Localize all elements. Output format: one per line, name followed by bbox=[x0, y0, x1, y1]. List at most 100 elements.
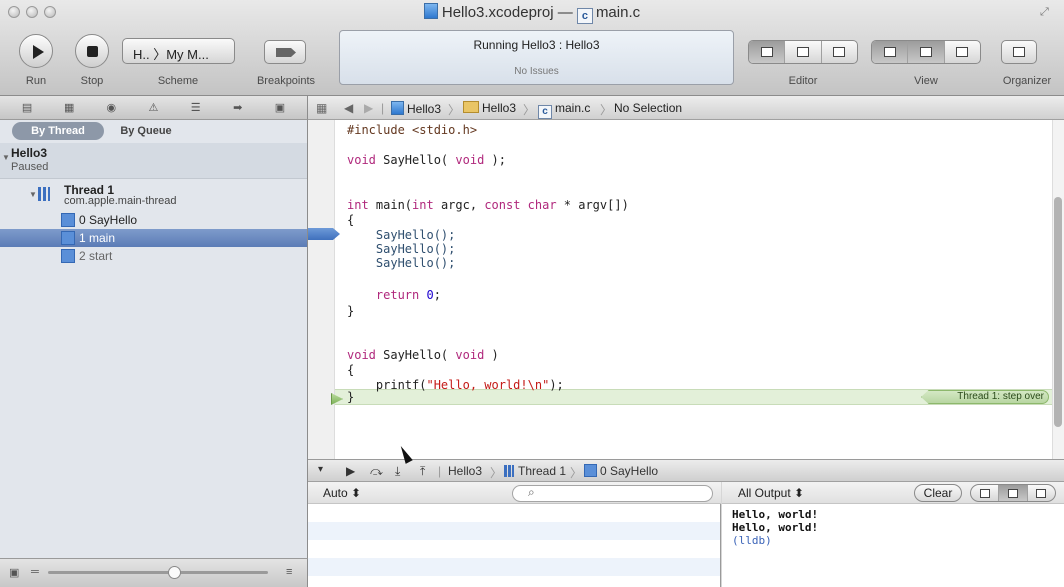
code-token: ); bbox=[484, 153, 506, 167]
standard-editor-button[interactable] bbox=[749, 41, 786, 63]
stack-compression-slider[interactable] bbox=[48, 571, 268, 574]
issue-navigator-icon[interactable]: ⚠ bbox=[146, 102, 160, 114]
assistant-editor-button[interactable] bbox=[785, 41, 822, 63]
code-token: void bbox=[455, 153, 485, 167]
stack-frame-row[interactable]: 2 start bbox=[0, 247, 307, 265]
log-navigator-icon[interactable]: ▣ bbox=[273, 102, 287, 114]
fullscreen-icon[interactable]: ⤢ bbox=[1040, 6, 1054, 20]
code-line: SayHello(); bbox=[347, 242, 456, 256]
both-panes-button[interactable] bbox=[999, 485, 1028, 501]
version-editor-icon bbox=[833, 47, 846, 57]
run-button[interactable] bbox=[19, 34, 53, 68]
code-token: main( bbox=[368, 198, 413, 212]
debug-area-layout-segment[interactable] bbox=[970, 484, 1056, 502]
disclosure-triangle-icon[interactable]: ▼ bbox=[29, 190, 37, 199]
console-only-button[interactable] bbox=[1028, 485, 1055, 501]
view-segment[interactable] bbox=[871, 40, 981, 64]
title-separator: — bbox=[557, 4, 573, 21]
system-frame-icon bbox=[61, 249, 75, 263]
editor-scrollbar-thumb[interactable] bbox=[1054, 197, 1062, 427]
thread-queue: com.apple.main-thread bbox=[64, 195, 177, 207]
variables-list[interactable] bbox=[308, 504, 721, 587]
user-frame-icon bbox=[61, 231, 75, 245]
stop-label: Stop bbox=[80, 75, 104, 87]
stop-button[interactable] bbox=[75, 34, 109, 68]
symbol-navigator-icon[interactable]: ▦ bbox=[62, 102, 76, 114]
jump-chevron: 〉 bbox=[448, 103, 461, 117]
debug-crumb-frame[interactable]: 0 SayHello bbox=[584, 464, 658, 478]
thread-icon bbox=[504, 465, 514, 477]
debug-navigator bbox=[0, 120, 308, 558]
code-token: void bbox=[347, 348, 376, 362]
code-line: } bbox=[347, 390, 355, 404]
thread-queue-segment[interactable]: By Thread By Queue bbox=[12, 122, 192, 140]
step-over-icon[interactable]: ⤼ bbox=[370, 464, 383, 479]
project-navigator-icon[interactable]: ▤ bbox=[20, 102, 34, 114]
jump-group-label: Hello3 bbox=[482, 101, 517, 115]
right-panel-icon bbox=[956, 47, 969, 57]
show-only-crashed-icon[interactable]: ▣ bbox=[9, 566, 19, 579]
back-arrow-icon[interactable]: ◀ bbox=[344, 101, 353, 115]
search-navigator-icon[interactable]: ◉ bbox=[104, 102, 118, 114]
title-file: main.c bbox=[595, 4, 641, 21]
related-files-icon[interactable]: ▦ bbox=[316, 101, 327, 115]
disclosure-triangle-icon[interactable]: ▼ bbox=[2, 153, 10, 162]
forward-arrow-icon[interactable]: ▶ bbox=[364, 101, 373, 115]
jump-group[interactable]: Hello3 bbox=[463, 101, 516, 115]
code-token: ); bbox=[549, 378, 564, 392]
process-name: Hello3 bbox=[11, 146, 48, 160]
user-frame-icon bbox=[584, 464, 597, 477]
variables-only-button[interactable] bbox=[971, 485, 1000, 501]
utilities-toggle[interactable] bbox=[945, 41, 980, 63]
right-pane-icon bbox=[1036, 489, 1047, 498]
xcode-project-icon bbox=[391, 101, 404, 115]
clear-console-button[interactable]: Clear bbox=[914, 484, 962, 502]
debug-area-toggle[interactable] bbox=[908, 41, 945, 63]
editor-label: Editor bbox=[788, 75, 818, 87]
scheme-popup[interactable]: H.. 〉My M... bbox=[122, 38, 235, 64]
bottom-panel-icon bbox=[919, 47, 932, 57]
editor-gutter[interactable] bbox=[308, 120, 335, 459]
debug-navigator-icon[interactable]: ☰ bbox=[189, 102, 203, 114]
continue-icon[interactable]: ▶ bbox=[346, 464, 355, 478]
breakpoint-navigator-icon[interactable]: ➡ bbox=[231, 102, 245, 114]
scheme-label: Scheme bbox=[157, 75, 199, 87]
hide-debug-area-icon[interactable]: ▾ bbox=[318, 464, 323, 475]
frame-label: 1 main bbox=[79, 231, 116, 245]
code-line: #include <stdio.h> bbox=[347, 123, 478, 137]
code-token: SayHello( bbox=[375, 153, 456, 167]
debug-crumb-thread-label: Thread 1 bbox=[518, 464, 567, 478]
debug-chevron: 〉 bbox=[570, 466, 583, 480]
jump-file[interactable]: c main.c bbox=[538, 101, 590, 119]
breakpoints-toggle[interactable] bbox=[264, 40, 306, 64]
navigator-toggle[interactable] bbox=[872, 41, 909, 63]
stack-compression-slider-knob[interactable] bbox=[168, 566, 181, 579]
jump-selection[interactable]: No Selection bbox=[614, 101, 682, 115]
jump-bar: ▦ ◀ ▶ | Hello3 〉 Hello3 〉 c main.c 〉 No S… bbox=[308, 96, 1064, 120]
xcode-project-icon bbox=[423, 3, 438, 19]
console-output-popup[interactable]: All Output ⬍ bbox=[738, 486, 804, 500]
stack-frame-row[interactable]: 0 SayHello bbox=[0, 211, 307, 229]
search-icon: ⌕ bbox=[528, 485, 535, 499]
organizer-label: Organizer bbox=[1002, 75, 1052, 87]
version-editor-button[interactable] bbox=[822, 41, 857, 63]
jump-project[interactable]: Hello3 bbox=[391, 101, 441, 116]
editor-mode-segment[interactable] bbox=[748, 40, 858, 64]
organizer-button[interactable] bbox=[1001, 40, 1037, 64]
debug-crumb-thread[interactable]: Thread 1 bbox=[504, 464, 566, 478]
step-out-icon[interactable]: ⤒ bbox=[420, 464, 425, 479]
run-label: Run bbox=[25, 75, 47, 87]
variables-search-input[interactable] bbox=[512, 485, 713, 502]
by-thread-tab[interactable]: By Thread bbox=[12, 122, 104, 140]
debug-crumb-process[interactable]: Hello3 bbox=[448, 464, 482, 478]
by-queue-tab[interactable]: By Queue bbox=[104, 122, 188, 140]
variables-scope-popup[interactable]: Auto ⬍ bbox=[323, 486, 361, 500]
code-token: "Hello, world!\n" bbox=[426, 378, 550, 392]
view-label: View bbox=[914, 75, 938, 87]
step-into-icon[interactable]: ⤓ bbox=[395, 464, 400, 479]
split-pane-icon bbox=[1007, 489, 1018, 498]
console-output[interactable]: Hello, world! Hello, world! (lldb) bbox=[722, 504, 1064, 587]
code-token: return bbox=[375, 288, 420, 302]
stack-frame-row-selected[interactable]: 1 main bbox=[0, 229, 307, 247]
